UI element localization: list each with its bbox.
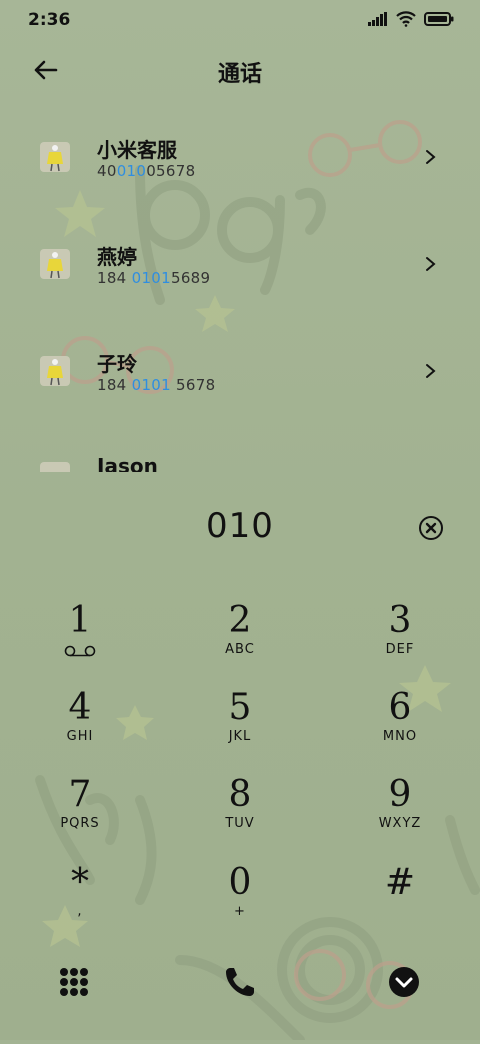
contact-name: 小米客服 [97,138,177,162]
signal-icon [368,12,387,26]
battery-icon [424,12,454,26]
key-digit: * [71,862,89,903]
key-letters: JKL [228,729,252,744]
key-6[interactable]: 6 MNO [320,685,480,771]
key-digit: # [384,862,416,903]
key-letters: , [77,904,83,919]
key-letters: + [234,904,246,919]
key-digit: 8 [228,774,252,815]
key-star[interactable]: * , [0,860,160,946]
contact-number: 4001005678 [97,162,196,180]
chevron-right-icon[interactable] [424,148,438,166]
key-7[interactable]: 7 PQRS [0,772,160,858]
key-digit: 3 [388,600,412,641]
key-digit: 7 [68,774,92,815]
bottom-action-bar [0,958,480,1006]
key-letters: DEF [385,642,415,657]
page-title: 通话 [217,62,262,87]
contact-item[interactable]: 燕婷 184 01015689 [0,245,480,339]
top-bar: 通话 [0,48,480,92]
key-hash[interactable]: # [320,860,480,946]
key-letters: WXYZ [378,816,422,831]
key-0[interactable]: 0 + [160,860,320,946]
avatar-figure-icon [47,252,63,279]
key-4[interactable]: 4 GHI [0,685,160,771]
key-3[interactable]: 3 DEF [320,598,480,684]
key-8[interactable]: 8 TUV [160,772,320,858]
wifi-icon [396,11,416,27]
chevron-right-icon[interactable] [424,362,438,380]
avatar [40,249,70,279]
key-digit: 5 [228,687,252,728]
status-icons [368,11,454,27]
avatar [40,462,70,472]
key-2[interactable]: 2 ABC [160,598,320,684]
key-letters: ABC [225,642,255,657]
chevron-down-circle-icon[interactable] [386,964,422,1000]
contact-name: 子玲 [97,352,137,376]
chevron-right-icon[interactable] [424,255,438,273]
key-letters: MNO [382,729,418,744]
key-1[interactable]: 1 [0,598,160,684]
key-letters: GHI [66,729,94,744]
key-letters: PQRS [60,816,100,831]
key-digit: 9 [388,774,412,815]
voicemail-icon [64,645,96,657]
avatar-figure-icon [47,145,63,172]
key-digit: 2 [228,600,252,641]
avatar [40,356,70,386]
dial-display: 010 [0,506,480,550]
dialed-number: 010 [206,506,274,546]
phone-icon[interactable] [222,964,258,1000]
contact-number: 184 01015689 [97,269,211,287]
contact-item[interactable]: 子玲 184 0101 5678 [0,352,480,446]
key-digit: 0 [228,862,252,903]
contact-name: Jason [97,454,158,472]
status-bar: 2:36 [0,0,480,40]
contact-name: 燕婷 [97,245,137,269]
key-9[interactable]: 9 WXYZ [320,772,480,858]
contact-item-partial[interactable]: Jason [0,450,480,472]
key-digit: 4 [68,687,92,728]
contact-item[interactable]: 小米客服 4001005678 [0,138,480,232]
key-digit: 6 [388,687,412,728]
key-digit: 1 [68,600,92,641]
avatar-figure-icon [47,359,63,386]
status-time: 2:36 [28,10,71,30]
clear-icon[interactable] [418,515,444,541]
key-5[interactable]: 5 JKL [160,685,320,771]
contact-number: 184 0101 5678 [97,376,216,394]
avatar [40,142,70,172]
key-letters: TUV [225,816,255,831]
grid-icon[interactable] [56,964,92,1000]
